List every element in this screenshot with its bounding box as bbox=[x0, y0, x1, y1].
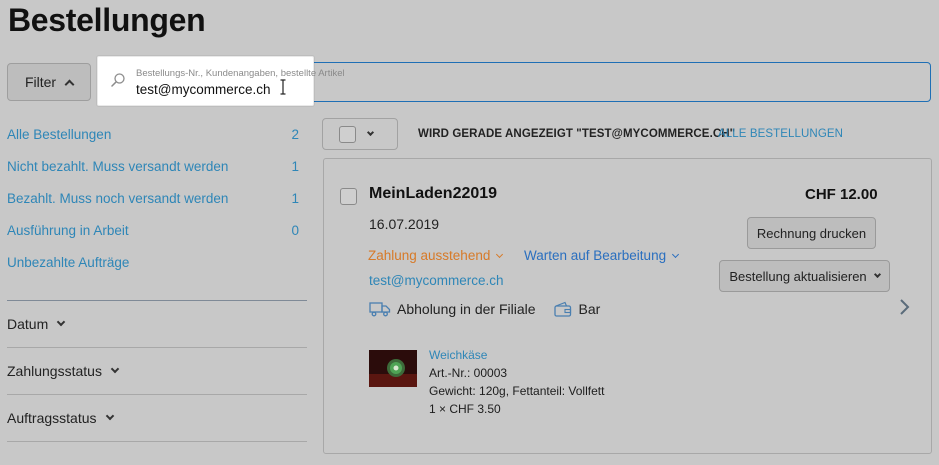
sidebar-item-unpaid-orders[interactable]: Unbezahlte Aufträge bbox=[7, 246, 307, 278]
product-name-link[interactable]: Weichkäse bbox=[429, 348, 487, 362]
chevron-down-icon bbox=[496, 250, 504, 258]
search-value[interactable]: test@mycommerce.ch bbox=[136, 82, 270, 97]
filter-section-label: Datum bbox=[7, 316, 49, 332]
sidebar-item-count: 1 bbox=[291, 190, 299, 206]
shipping-method: Abholung in der Filiale bbox=[397, 301, 536, 317]
sidebar-item-label: Bezahlt. Muss noch versandt werden bbox=[7, 190, 229, 206]
sidebar-item-label: Ausführung in Arbeit bbox=[7, 222, 129, 238]
chevron-down-icon bbox=[56, 317, 66, 327]
all-orders-link[interactable]: ALLE BESTELLUNGEN bbox=[718, 128, 843, 140]
fulfillment-status-label: Warten auf Bearbeitung bbox=[524, 248, 667, 263]
select-all-dropdown[interactable] bbox=[322, 118, 398, 150]
chevron-down-icon bbox=[110, 364, 120, 374]
product-thumbnail bbox=[369, 350, 417, 387]
customer-email-link[interactable]: test@mycommerce.ch bbox=[369, 273, 503, 288]
sidebar-item-label: Alle Bestellungen bbox=[7, 126, 112, 142]
sidebar-item-label: Unbezahlte Aufträge bbox=[7, 254, 130, 270]
chevron-down-icon bbox=[105, 411, 114, 421]
sidebar-item-in-progress[interactable]: Ausführung in Arbeit 0 bbox=[7, 214, 307, 246]
order-total: CHF 12.00 bbox=[805, 186, 878, 203]
filter-section-payment-status[interactable]: Zahlungsstatus bbox=[7, 348, 307, 395]
search-icon bbox=[111, 73, 125, 87]
product-details: Gewicht: 120g, Fettanteil: Vollfett bbox=[429, 384, 605, 398]
filter-section-label: Zahlungsstatus bbox=[7, 363, 102, 379]
filter-button[interactable]: Filter bbox=[7, 63, 91, 101]
sidebar-item-count: 1 bbox=[291, 158, 299, 174]
search-placeholder: Bestellungs-Nr., Kundenangaben, bestellt… bbox=[136, 68, 345, 79]
print-invoice-button[interactable]: Rechnung drucken bbox=[747, 217, 876, 249]
sidebar-item-label: Nicht bezahlt. Muss versandt werden bbox=[7, 158, 229, 174]
update-order-button[interactable]: Bestellung aktualisieren bbox=[719, 260, 890, 292]
fulfillment-status-dropdown[interactable]: Warten auf Bearbeitung bbox=[524, 248, 680, 263]
page-title: Bestellungen bbox=[8, 2, 206, 38]
product-sku: Art.-Nr.: 00003 bbox=[429, 366, 508, 380]
order-date: 16.07.2019 bbox=[369, 216, 440, 232]
sidebar-item-all-orders[interactable]: Alle Bestellungen 2 bbox=[7, 118, 307, 150]
wallet-icon bbox=[553, 301, 571, 317]
chevron-down-icon bbox=[366, 128, 375, 137]
payment-status-dropdown[interactable]: Zahlung ausstehend bbox=[368, 248, 504, 263]
chevron-down-icon bbox=[873, 270, 881, 279]
sidebar-item-count: 2 bbox=[291, 126, 299, 142]
filter-section-order-status[interactable]: Auftragsstatus bbox=[7, 395, 307, 442]
filter-section-date[interactable]: Datum bbox=[7, 301, 307, 348]
payment-status-label: Zahlung ausstehend bbox=[368, 248, 491, 263]
sidebar: Alle Bestellungen 2 Nicht bezahlt. Muss … bbox=[7, 118, 307, 442]
filter-section-label: Auftragsstatus bbox=[7, 410, 97, 426]
sidebar-item-unpaid-to-ship[interactable]: Nicht bezahlt. Muss versandt werden 1 bbox=[7, 150, 307, 182]
filter-button-label: Filter bbox=[24, 74, 57, 90]
shipping-payment-row: Abholung in der Filiale Bar bbox=[369, 301, 600, 317]
select-all-checkbox[interactable] bbox=[339, 125, 356, 143]
update-order-label: Bestellung aktualisieren bbox=[729, 268, 867, 284]
chevron-down-icon bbox=[672, 250, 680, 258]
showing-label: WIRD GERADE ANGEZEIGT "TEST@MYCOMMERCE.C… bbox=[418, 128, 736, 140]
text-cursor-icon bbox=[280, 79, 286, 95]
product-image-icon bbox=[369, 350, 417, 387]
sidebar-item-count: 0 bbox=[291, 222, 299, 238]
order-checkbox[interactable] bbox=[340, 188, 357, 205]
delivery-truck-icon bbox=[369, 302, 391, 317]
chevron-right-icon[interactable] bbox=[898, 298, 912, 316]
order-name[interactable]: MeinLaden22019 bbox=[369, 185, 497, 203]
product-quantity-price: 1 × CHF 3.50 bbox=[429, 402, 501, 416]
sidebar-item-paid-to-ship[interactable]: Bezahlt. Muss noch versandt werden 1 bbox=[7, 182, 307, 214]
payment-method: Bar bbox=[578, 301, 601, 317]
print-invoice-label: Rechnung drucken bbox=[756, 225, 867, 241]
chevron-up-icon bbox=[64, 79, 75, 89]
